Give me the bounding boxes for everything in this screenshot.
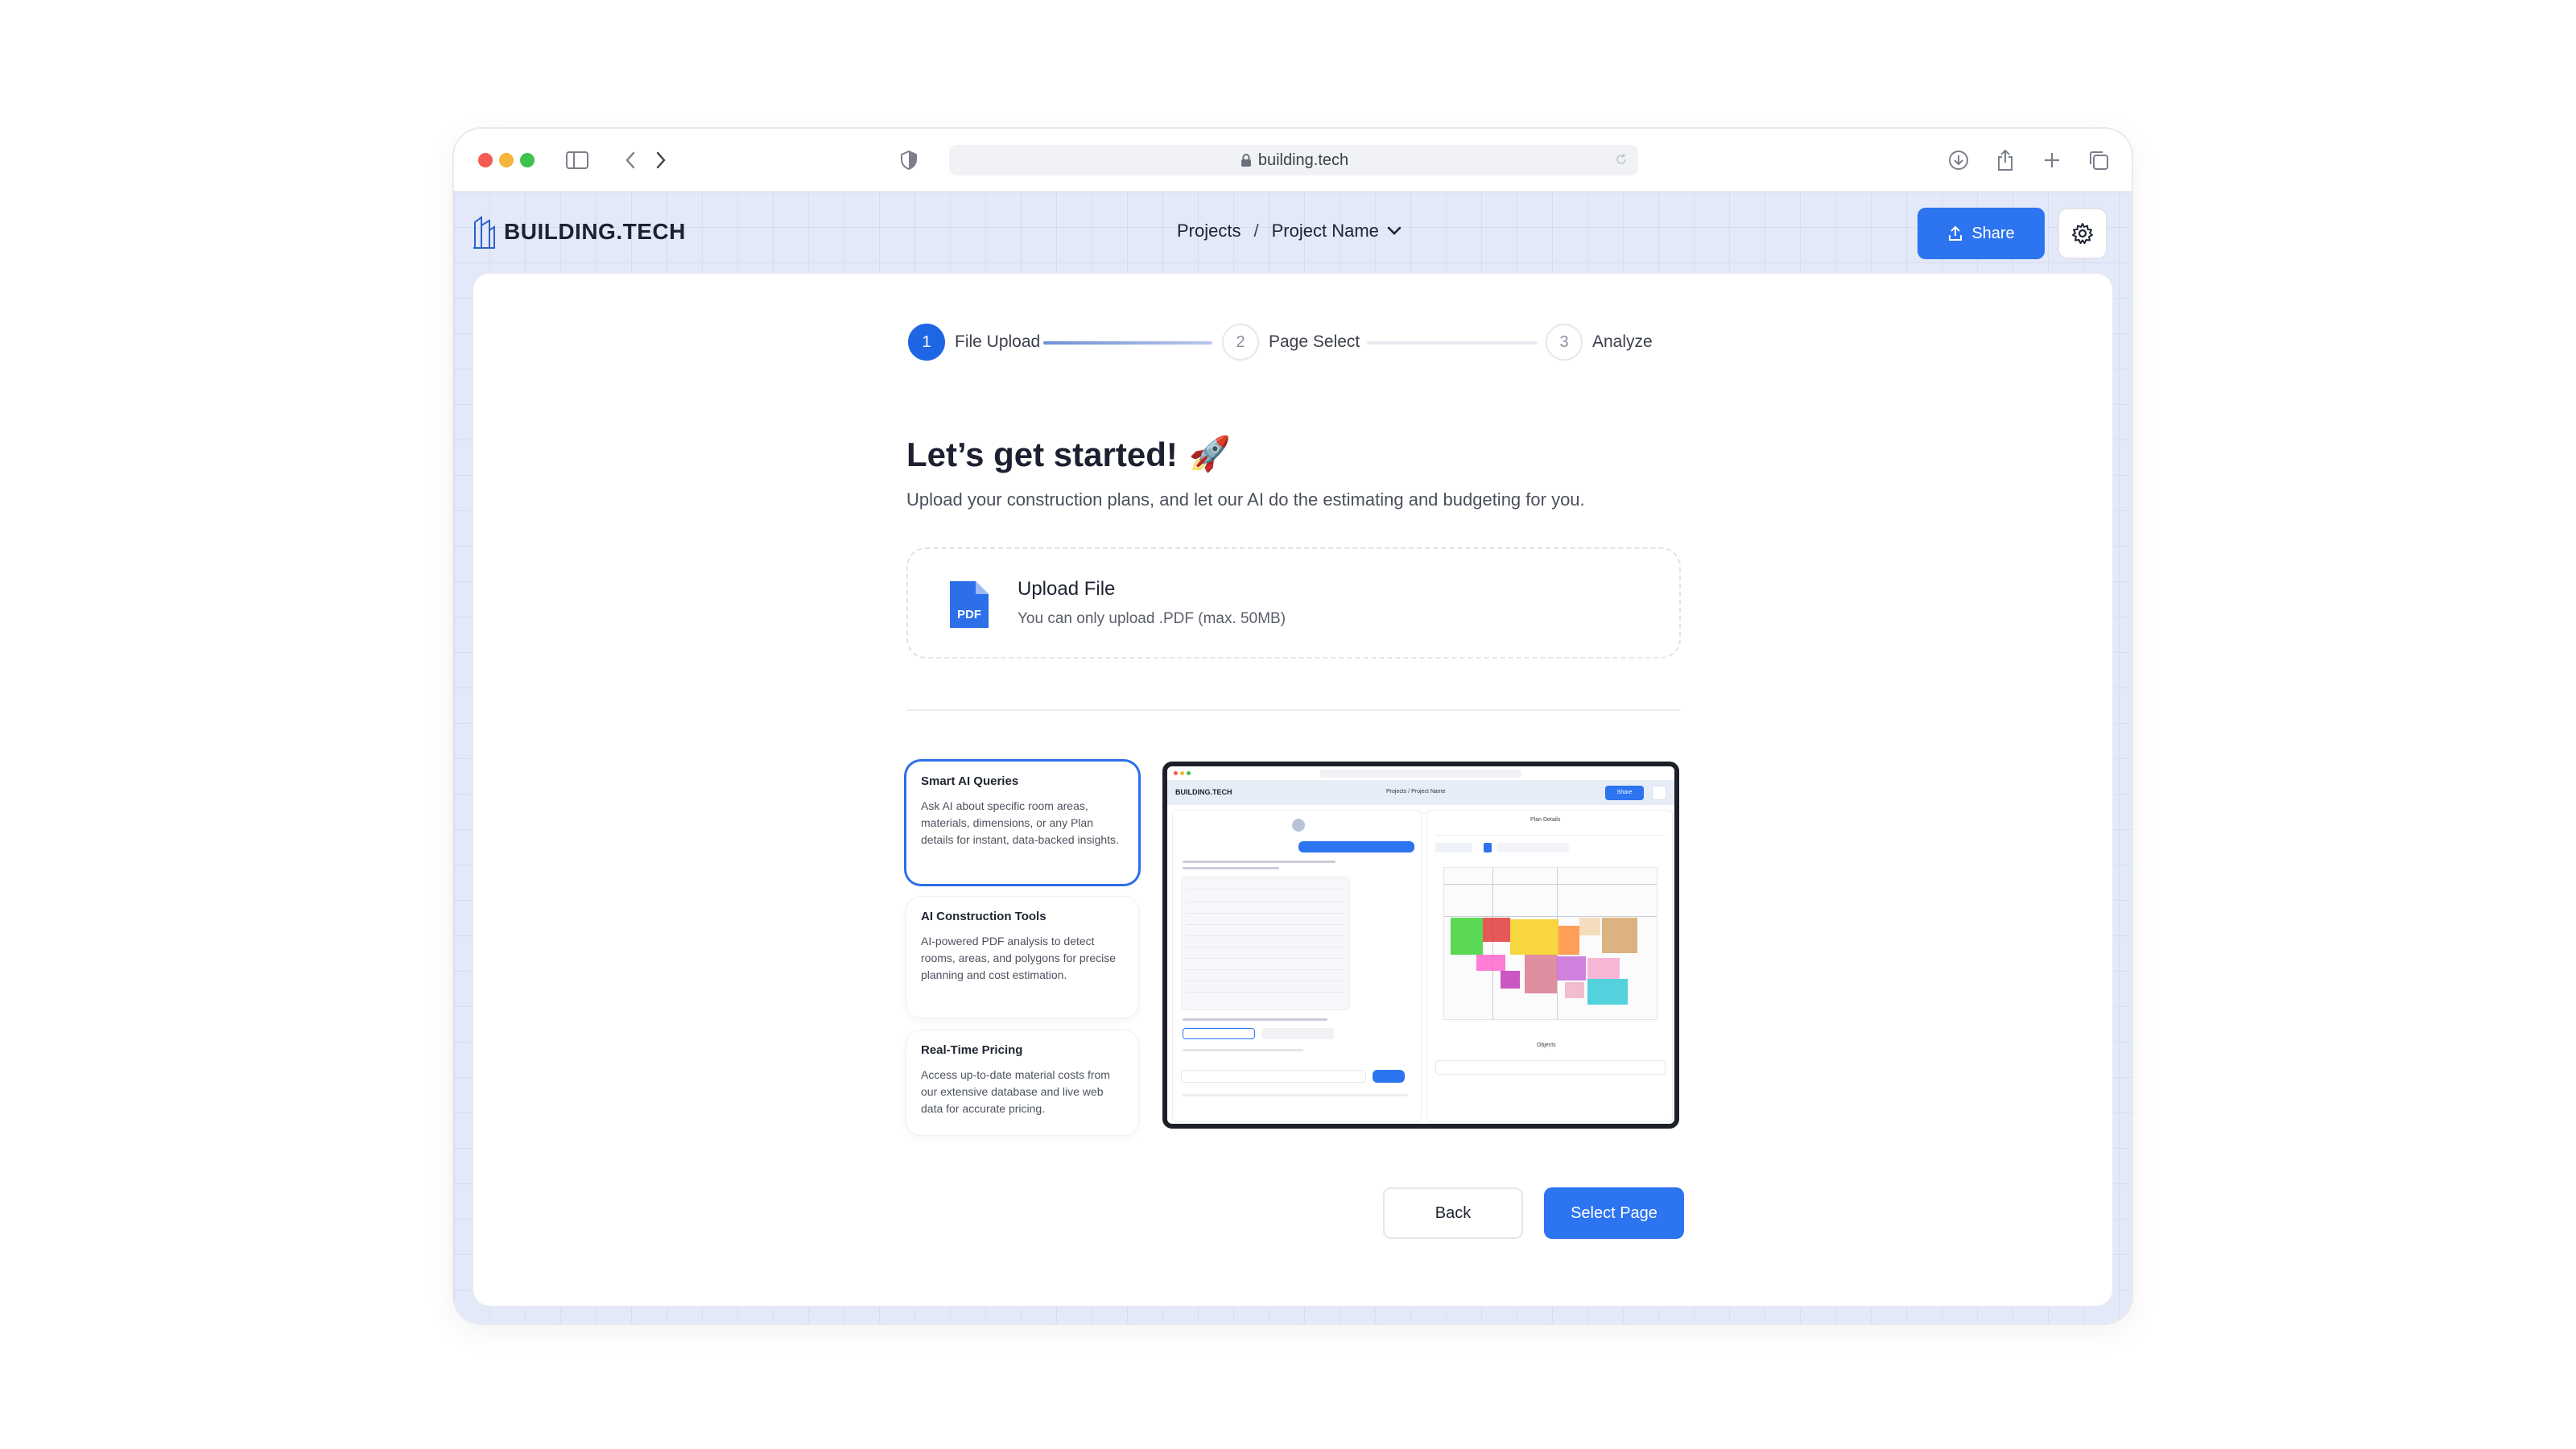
pdf-file-icon: PDF (950, 581, 989, 628)
app-area: BUILDING.TECH Projects / Project Name Sh… (454, 192, 2132, 1323)
preview-objects-title: Objects (1537, 1042, 1556, 1048)
breadcrumb: Projects / Project Name (1177, 221, 1402, 242)
minimize-window-button[interactable] (499, 153, 514, 167)
preview-share-button: Share (1605, 786, 1644, 800)
feature-card-ai-construction-tools[interactable]: AI Construction Tools AI-powered PDF ana… (906, 897, 1138, 1018)
page-title-text: Let’s get started! (906, 435, 1178, 473)
page-subtitle: Upload your construction plans, and let … (906, 489, 1585, 510)
brand-logo[interactable]: BUILDING.TECH (472, 214, 686, 250)
feature-description: Ask AI about specific room areas, materi… (921, 799, 1119, 846)
back-chevron-icon[interactable] (613, 143, 647, 177)
preview-app-header: BUILDING.TECH Projects / Project Name Sh… (1167, 781, 1674, 805)
preview-breadcrumb: Projects / Project Name (1386, 789, 1446, 795)
step-label: File Upload (955, 332, 1041, 351)
feature-title: Real-Time Pricing (921, 1043, 1023, 1057)
new-tab-icon[interactable] (2035, 143, 2069, 177)
privacy-shield-icon[interactable] (892, 143, 926, 177)
close-window-button[interactable] (478, 153, 493, 167)
step-file-upload[interactable]: 1 File Upload (908, 324, 1040, 361)
step-number: 3 (1546, 324, 1583, 361)
upload-hint: You can only upload .PDF (max. 50MB) (1018, 610, 1286, 627)
project-name-label: Project Name (1271, 221, 1379, 241)
url-text: building.tech (1257, 151, 1349, 169)
maximize-window-button[interactable] (520, 153, 535, 167)
step-analyze[interactable]: 3 Analyze (1546, 324, 1653, 361)
browser-window: building.tech BUILDING.TECH Projects / P… (454, 129, 2132, 1323)
settings-button[interactable] (2058, 208, 2107, 259)
upload-dropzone[interactable]: PDF Upload File You can only upload .PDF… (906, 547, 1681, 658)
preview-plan-title: Plan Details (1530, 817, 1561, 823)
logo-text-end: CH (652, 219, 686, 244)
building-logo-icon (473, 216, 495, 249)
back-button[interactable]: Back (1383, 1187, 1523, 1239)
preview-chat-panel (1172, 810, 1422, 1122)
project-name-dropdown[interactable]: Project Name (1272, 221, 1402, 242)
preview-browser-chrome (1167, 766, 1674, 781)
page-title: Let’s get started! 🚀 (906, 435, 1231, 474)
step-number: 1 (908, 324, 945, 361)
feature-card-real-time-pricing[interactable]: Real-Time Pricing Access up-to-date mate… (906, 1030, 1138, 1135)
lock-icon (1241, 154, 1251, 167)
download-icon[interactable] (1942, 143, 1975, 177)
step-connector-1 (1043, 341, 1212, 345)
svg-text:PDF: PDF (957, 608, 981, 621)
step-number: 2 (1222, 324, 1259, 361)
rocket-icon: 🚀 (1188, 435, 1232, 473)
feature-description: Access up-to-date material costs from ou… (921, 1068, 1110, 1115)
step-page-select[interactable]: 2 Page Select (1222, 324, 1360, 361)
main-panel: 1 File Upload 2 Page Select 3 Analyze Le… (473, 274, 2112, 1306)
breadcrumb-separator: / (1253, 221, 1259, 241)
preview-logo: BUILDING.TECH (1175, 788, 1232, 796)
preview-plan-panel: Plan Details Objects (1426, 810, 1673, 1122)
breadcrumb-projects-link[interactable]: Projects (1177, 221, 1241, 242)
logo-text-start: BUILDING.T (504, 219, 638, 244)
logo-text-mid: E (637, 219, 653, 244)
feature-title: AI Construction Tools (921, 910, 1046, 923)
chevron-down-icon (1387, 226, 1402, 235)
address-bar[interactable]: building.tech (949, 145, 1638, 175)
upload-title: Upload File (1018, 578, 1116, 600)
step-label: Analyze (1592, 332, 1653, 351)
sidebar-toggle-icon[interactable] (560, 143, 594, 177)
section-divider (906, 709, 1681, 711)
feature-card-smart-ai-queries[interactable]: Smart AI Queries Ask AI about specific r… (906, 762, 1138, 884)
feature-preview-screenshot: BUILDING.TECH Projects / Project Name Sh… (1162, 762, 1679, 1129)
upload-share-icon (1949, 225, 1963, 241)
share-page-icon[interactable] (1988, 143, 2022, 177)
preview-gear-icon (1652, 786, 1666, 800)
step-label: Page Select (1269, 332, 1360, 351)
preview-floor-plan (1443, 867, 1657, 1020)
select-page-button[interactable]: Select Page (1544, 1187, 1684, 1239)
gear-icon (2072, 223, 2093, 244)
browser-toolbar: building.tech (454, 129, 2132, 192)
feature-description: AI-powered PDF analysis to detect rooms,… (921, 935, 1117, 981)
feature-title: Smart AI Queries (921, 774, 1019, 788)
share-button[interactable]: Share (1918, 208, 2045, 259)
step-connector-2 (1367, 341, 1538, 345)
share-button-label: Share (1971, 224, 2015, 242)
forward-chevron-icon[interactable] (644, 143, 678, 177)
reload-icon[interactable] (1614, 152, 1629, 167)
tab-overview-icon[interactable] (2082, 143, 2116, 177)
